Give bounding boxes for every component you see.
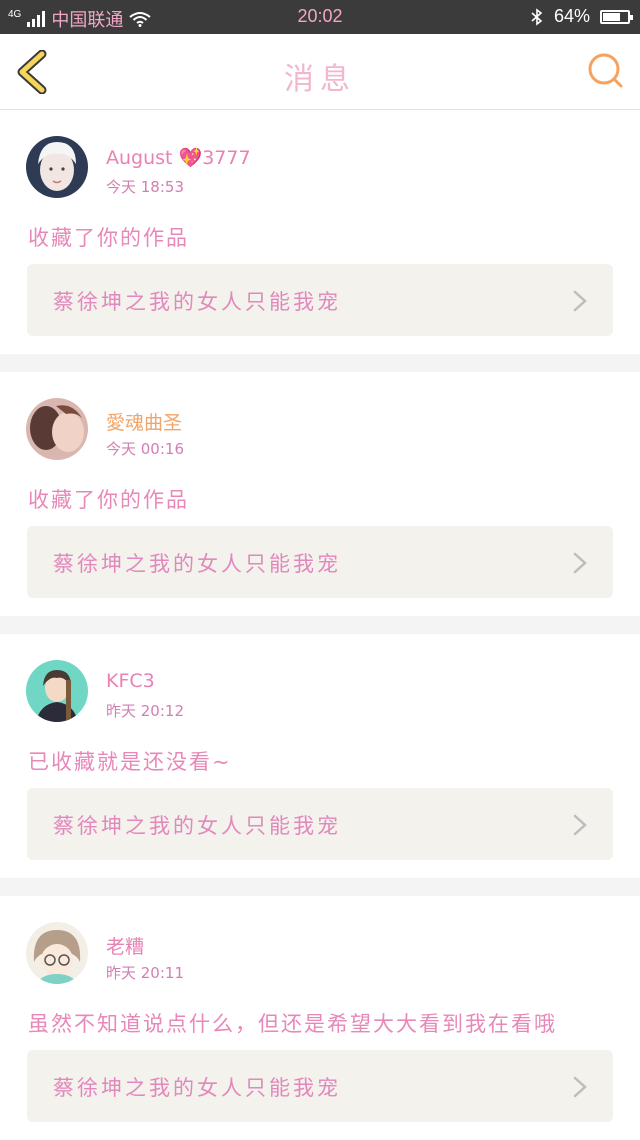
user-name[interactable]: 愛魂曲圣	[106, 408, 182, 435]
avatar[interactable]	[26, 398, 88, 460]
work-title: 蔡徐坤之我的女人只能我宠	[53, 814, 341, 838]
work-link[interactable]: 蔡徐坤之我的女人只能我宠	[27, 1050, 613, 1122]
notification-message: 虽然不知道说点什么，但还是希望大大看到我在看哦	[28, 1012, 557, 1036]
status-bar: 4G 中国联通 20:02 64%	[0, 0, 640, 34]
chevron-right-icon	[573, 552, 587, 574]
notification-card: KFC3 昨天 20:12 已收藏就是还没看~ 蔡徐坤之我的女人只能我宠	[0, 634, 640, 878]
user-name[interactable]: KFC3	[106, 670, 155, 692]
work-link[interactable]: 蔡徐坤之我的女人只能我宠	[27, 526, 613, 598]
chevron-right-icon	[573, 290, 587, 312]
notification-message: 收藏了你的作品	[28, 488, 189, 512]
work-title: 蔡徐坤之我的女人只能我宠	[53, 1076, 341, 1100]
avatar[interactable]	[26, 922, 88, 984]
page-title: 消息	[284, 62, 356, 97]
battery-icon	[600, 9, 633, 24]
work-link[interactable]: 蔡徐坤之我的女人只能我宠	[27, 264, 613, 336]
avatar[interactable]	[26, 660, 88, 722]
user-name[interactable]: August 💖3777	[106, 146, 251, 169]
work-link[interactable]: 蔡徐坤之我的女人只能我宠	[27, 788, 613, 860]
work-title: 蔡徐坤之我的女人只能我宠	[53, 552, 341, 576]
notification-time: 昨天 20:12	[106, 702, 184, 720]
notification-message: 收藏了你的作品	[28, 226, 189, 250]
avatar[interactable]	[26, 136, 88, 198]
notification-message: 已收藏就是还没看~	[28, 750, 232, 774]
notification-card: 老糟 昨天 20:11 虽然不知道说点什么，但还是希望大大看到我在看哦 蔡徐坤之…	[0, 896, 640, 1140]
search-button[interactable]	[586, 52, 624, 90]
notification-card: August 💖3777 今天 18:53 收藏了你的作品 蔡徐坤之我的女人只能…	[0, 110, 640, 354]
notification-card: 愛魂曲圣 今天 00:16 收藏了你的作品 蔡徐坤之我的女人只能我宠	[0, 372, 640, 616]
chevron-right-icon	[573, 1076, 587, 1098]
notification-time: 昨天 20:11	[106, 964, 184, 982]
notification-time: 今天 18:53	[106, 178, 184, 196]
bluetooth-icon	[531, 7, 543, 26]
app-header: 消息	[0, 34, 640, 110]
battery-percent: 64%	[553, 6, 590, 26]
notification-time: 今天 00:16	[106, 440, 184, 458]
work-title: 蔡徐坤之我的女人只能我宠	[53, 290, 341, 314]
chevron-right-icon	[573, 814, 587, 836]
user-name[interactable]: 老糟	[106, 932, 144, 959]
